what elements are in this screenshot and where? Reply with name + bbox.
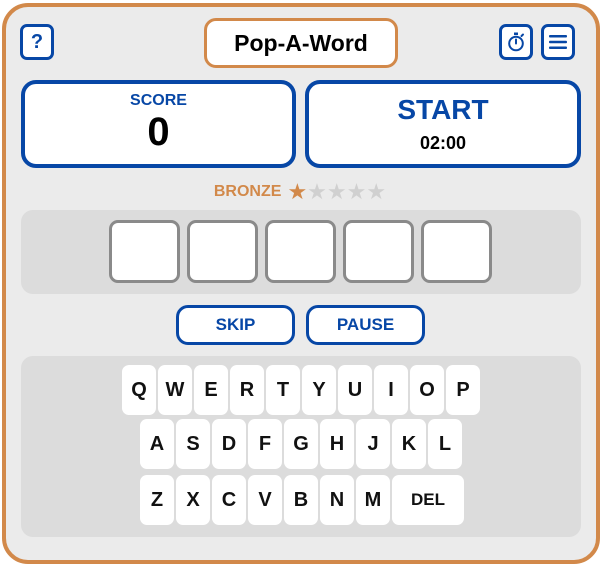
timer-display: 02:00 xyxy=(419,132,467,153)
skip-button[interactable]: SKIP xyxy=(176,305,295,345)
key-d[interactable]: D xyxy=(212,419,246,469)
key-u[interactable]: U xyxy=(338,365,372,415)
key-y[interactable]: Y xyxy=(302,365,336,415)
key-c[interactable]: C xyxy=(212,475,246,525)
key-o[interactable]: O xyxy=(410,365,444,415)
letter-slot xyxy=(109,220,180,283)
help-button[interactable]: ? xyxy=(20,24,54,60)
letter-slot xyxy=(187,220,258,283)
star-filled-icon: ★ xyxy=(287,179,308,204)
star-empty-icon: ★ xyxy=(346,179,367,204)
score-value: 0 xyxy=(147,110,170,154)
key-b[interactable]: B xyxy=(284,475,318,525)
score-panel: SCORE 0 xyxy=(21,80,296,168)
key-h[interactable]: H xyxy=(320,419,354,469)
star-empty-icon: ★ xyxy=(326,179,347,204)
key-g[interactable]: G xyxy=(284,419,318,469)
delete-key[interactable]: DEL xyxy=(392,475,464,525)
start-button[interactable]: START 02:00 xyxy=(305,80,581,168)
key-e[interactable]: E xyxy=(194,365,228,415)
key-i[interactable]: I xyxy=(374,365,408,415)
key-w[interactable]: W xyxy=(158,365,192,415)
hamburger-menu-icon xyxy=(549,35,567,49)
star-empty-icon: ★ xyxy=(307,179,327,204)
key-z[interactable]: Z xyxy=(140,475,174,525)
menu-button[interactable] xyxy=(541,24,575,60)
key-n[interactable]: N xyxy=(320,475,354,525)
key-l[interactable]: L xyxy=(428,419,462,469)
pause-button[interactable]: PAUSE xyxy=(306,305,425,345)
star-rating: ★ ★ ★ ★ ★ xyxy=(287,181,386,203)
letter-slot xyxy=(421,220,492,283)
word-area xyxy=(21,210,581,294)
key-t[interactable]: T xyxy=(266,365,300,415)
medal-label: BRONZE xyxy=(213,183,282,200)
start-label: START xyxy=(397,93,489,125)
key-f[interactable]: F xyxy=(248,419,282,469)
star-empty-icon: ★ xyxy=(366,179,387,204)
letter-slot xyxy=(343,220,414,283)
game-title: Pop-A-Word xyxy=(204,18,398,68)
on-screen-keyboard: Q W E R T Y U I O P A S D F G H J K L Z X C V B N M DEL xyxy=(21,356,581,537)
stopwatch-icon xyxy=(508,32,524,52)
key-j[interactable]: J xyxy=(356,419,390,469)
score-label: SCORE xyxy=(130,92,187,109)
key-a[interactable]: A xyxy=(140,419,174,469)
key-q[interactable]: Q xyxy=(122,365,156,415)
key-s[interactable]: S xyxy=(176,419,210,469)
key-x[interactable]: X xyxy=(176,475,210,525)
letter-slot xyxy=(265,220,336,283)
stopwatch-button[interactable] xyxy=(499,24,533,60)
medal-rating: BRONZE ★ ★ ★ ★ ★ xyxy=(0,180,600,204)
key-p[interactable]: P xyxy=(446,365,480,415)
key-k[interactable]: K xyxy=(392,419,426,469)
key-v[interactable]: V xyxy=(248,475,282,525)
key-m[interactable]: M xyxy=(356,475,390,525)
key-r[interactable]: R xyxy=(230,365,264,415)
